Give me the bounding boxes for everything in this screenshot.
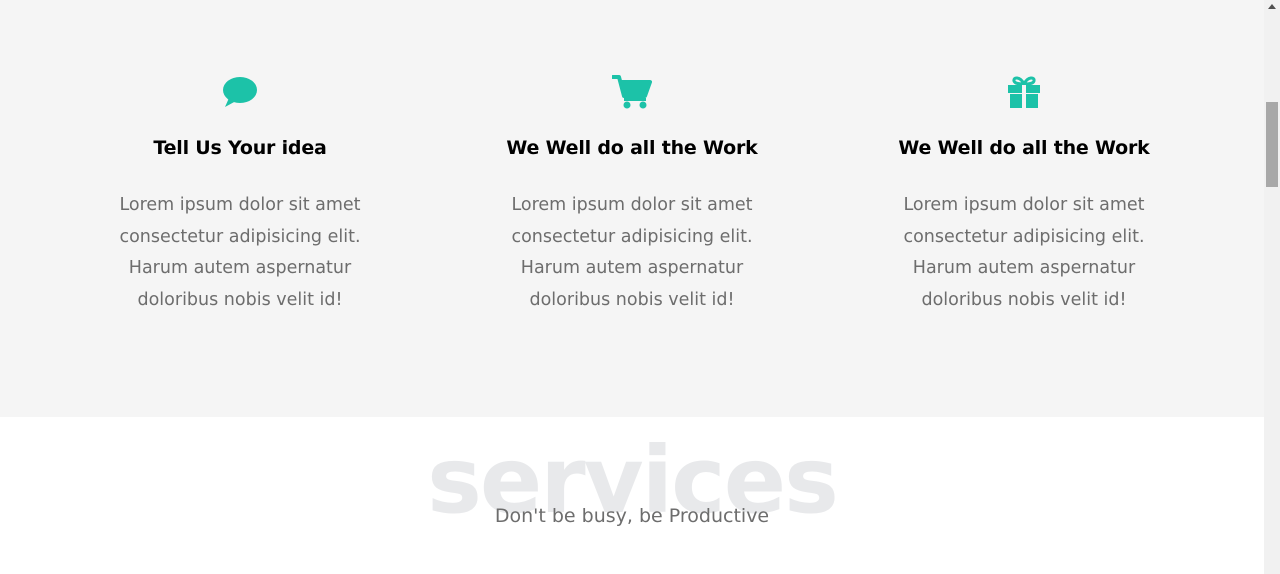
feature-title: Tell Us Your idea (153, 137, 327, 159)
speech-bubble-icon (220, 72, 260, 112)
page: Tell Us Your idea Lorem ipsum dolor sit … (0, 0, 1264, 574)
feature-description: Lorem ipsum dolor sit amet consectetur a… (511, 195, 753, 310)
feature-description: Lorem ipsum dolor sit amet consectetur a… (903, 195, 1145, 310)
gift-icon (1004, 72, 1044, 112)
scroll-up-arrow-icon[interactable] (1268, 4, 1276, 9)
services-tagline: Don't be busy, be Productive (494, 505, 770, 527)
feature-title: We Well do all the Work (898, 137, 1150, 159)
services-section: services Don't be busy, be Productive (0, 417, 1264, 574)
page-scrollbar[interactable] (1264, 0, 1280, 574)
features-section: Tell Us Your idea Lorem ipsum dolor sit … (0, 0, 1264, 417)
shopping-cart-icon (612, 72, 652, 112)
feature-title: We Well do all the Work (506, 137, 758, 159)
scrollbar-thumb[interactable] (1266, 102, 1278, 187)
feature-description: Lorem ipsum dolor sit amet consectetur a… (119, 195, 361, 310)
